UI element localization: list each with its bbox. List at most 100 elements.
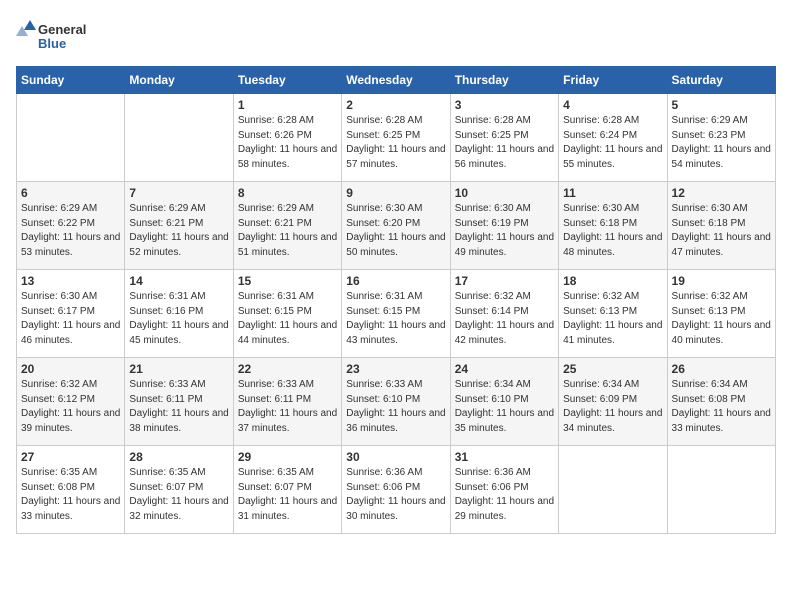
day-number: 11 bbox=[563, 186, 662, 200]
calendar-cell: 15 Sunrise: 6:31 AMSunset: 6:15 PMDayligh… bbox=[233, 270, 341, 358]
calendar-cell: 10 Sunrise: 6:30 AMSunset: 6:19 PMDayligh… bbox=[450, 182, 558, 270]
calendar-cell: 21 Sunrise: 6:33 AMSunset: 6:11 PMDayligh… bbox=[125, 358, 233, 446]
calendar-cell: 3 Sunrise: 6:28 AMSunset: 6:25 PMDaylight… bbox=[450, 94, 558, 182]
cell-detail: Sunrise: 6:30 AMSunset: 6:18 PMDaylight:… bbox=[563, 202, 662, 260]
cell-detail: Sunrise: 6:33 AMSunset: 6:11 PMDaylight:… bbox=[238, 378, 337, 436]
day-number: 26 bbox=[672, 362, 771, 376]
cell-detail: Sunrise: 6:29 AMSunset: 6:22 PMDaylight:… bbox=[21, 202, 120, 260]
week-row-4: 20Sunrise: 6:32 AMSunset: 6:12 PMDayligh… bbox=[17, 358, 776, 446]
day-number: 31 bbox=[455, 450, 554, 464]
day-number: 3 bbox=[455, 98, 554, 112]
day-number: 22 bbox=[238, 362, 337, 376]
cell-detail: Sunrise: 6:30 AMSunset: 6:19 PMDaylight:… bbox=[455, 202, 554, 260]
calendar-cell: 29Sunrise: 6:35 AMSunset: 6:07 PMDayligh… bbox=[233, 446, 341, 534]
week-row-1: 1 Sunrise: 6:28 AMSunset: 6:26 PMDaylight… bbox=[17, 94, 776, 182]
day-number: 27 bbox=[21, 450, 120, 464]
cell-detail: Sunrise: 6:30 AMSunset: 6:20 PMDaylight:… bbox=[346, 202, 445, 260]
calendar-cell: 25Sunrise: 6:34 AMSunset: 6:09 PMDayligh… bbox=[559, 358, 667, 446]
cell-detail: Sunrise: 6:28 AMSunset: 6:26 PMDaylight:… bbox=[238, 114, 337, 172]
week-row-5: 27 Sunrise: 6:35 AMSunset: 6:08 PMDayligh… bbox=[17, 446, 776, 534]
day-number: 2 bbox=[346, 98, 445, 112]
calendar-cell: 30Sunrise: 6:36 AMSunset: 6:06 PMDayligh… bbox=[342, 446, 450, 534]
day-number: 20 bbox=[21, 362, 120, 376]
day-number: 6 bbox=[21, 186, 120, 200]
calendar-cell: 2 Sunrise: 6:28 AMSunset: 6:25 PMDaylight… bbox=[342, 94, 450, 182]
day-number: 5 bbox=[672, 98, 771, 112]
cell-detail: Sunrise: 6:29 AMSunset: 6:21 PMDaylight:… bbox=[238, 202, 337, 260]
day-number: 17 bbox=[455, 274, 554, 288]
cell-detail: Sunrise: 6:34 AMSunset: 6:10 PMDaylight:… bbox=[455, 378, 554, 436]
calendar-cell: 22 Sunrise: 6:33 AMSunset: 6:11 PMDayligh… bbox=[233, 358, 341, 446]
cell-detail: Sunrise: 6:34 AMSunset: 6:09 PMDaylight:… bbox=[563, 378, 662, 436]
day-number: 10 bbox=[455, 186, 554, 200]
day-number: 15 bbox=[238, 274, 337, 288]
cell-detail: Sunrise: 6:28 AMSunset: 6:25 PMDaylight:… bbox=[346, 114, 445, 172]
cell-detail: Sunrise: 6:30 AMSunset: 6:17 PMDaylight:… bbox=[21, 290, 120, 348]
cell-detail: Sunrise: 6:33 AMSunset: 6:10 PMDaylight:… bbox=[346, 378, 445, 436]
day-number: 19 bbox=[672, 274, 771, 288]
calendar-cell: 8 Sunrise: 6:29 AMSunset: 6:21 PMDaylight… bbox=[233, 182, 341, 270]
cell-detail: Sunrise: 6:30 AMSunset: 6:18 PMDaylight:… bbox=[672, 202, 771, 260]
day-number: 7 bbox=[129, 186, 228, 200]
day-number: 13 bbox=[21, 274, 120, 288]
calendar-cell: 13 Sunrise: 6:30 AMSunset: 6:17 PMDayligh… bbox=[17, 270, 125, 358]
calendar-cell: 12 Sunrise: 6:30 AMSunset: 6:18 PMDayligh… bbox=[667, 182, 775, 270]
day-number: 18 bbox=[563, 274, 662, 288]
calendar-cell: 9 Sunrise: 6:30 AMSunset: 6:20 PMDaylight… bbox=[342, 182, 450, 270]
day-header-thursday: Thursday bbox=[450, 67, 558, 94]
cell-detail: Sunrise: 6:34 AMSunset: 6:08 PMDaylight:… bbox=[672, 378, 771, 436]
cell-detail: Sunrise: 6:29 AMSunset: 6:21 PMDaylight:… bbox=[129, 202, 228, 260]
calendar-cell: 14 Sunrise: 6:31 AMSunset: 6:16 PMDayligh… bbox=[125, 270, 233, 358]
calendar-table: SundayMondayTuesdayWednesdayThursdayFrid… bbox=[16, 66, 776, 534]
calendar-cell bbox=[667, 446, 775, 534]
cell-detail: Sunrise: 6:32 AMSunset: 6:13 PMDaylight:… bbox=[563, 290, 662, 348]
calendar-cell bbox=[559, 446, 667, 534]
cell-detail: Sunrise: 6:33 AMSunset: 6:11 PMDaylight:… bbox=[129, 378, 228, 436]
calendar-cell: 24 Sunrise: 6:34 AMSunset: 6:10 PMDayligh… bbox=[450, 358, 558, 446]
week-row-3: 13 Sunrise: 6:30 AMSunset: 6:17 PMDayligh… bbox=[17, 270, 776, 358]
day-number: 21 bbox=[129, 362, 228, 376]
day-number: 4 bbox=[563, 98, 662, 112]
day-header-friday: Friday bbox=[559, 67, 667, 94]
calendar-cell: 26 Sunrise: 6:34 AMSunset: 6:08 PMDayligh… bbox=[667, 358, 775, 446]
logo-svg: General Blue bbox=[16, 16, 86, 54]
cell-detail: Sunrise: 6:31 AMSunset: 6:15 PMDaylight:… bbox=[346, 290, 445, 348]
cell-detail: Sunrise: 6:36 AMSunset: 6:06 PMDaylight:… bbox=[455, 466, 554, 524]
day-header-saturday: Saturday bbox=[667, 67, 775, 94]
calendar-cell: 11 Sunrise: 6:30 AMSunset: 6:18 PMDayligh… bbox=[559, 182, 667, 270]
cell-detail: Sunrise: 6:35 AMSunset: 6:07 PMDaylight:… bbox=[129, 466, 228, 524]
day-number: 12 bbox=[672, 186, 771, 200]
day-number: 23 bbox=[346, 362, 445, 376]
day-header-sunday: Sunday bbox=[17, 67, 125, 94]
svg-text:Blue: Blue bbox=[38, 36, 66, 51]
cell-detail: Sunrise: 6:29 AMSunset: 6:23 PMDaylight:… bbox=[672, 114, 771, 172]
cell-detail: Sunrise: 6:36 AMSunset: 6:06 PMDaylight:… bbox=[346, 466, 445, 524]
calendar-cell: 20Sunrise: 6:32 AMSunset: 6:12 PMDayligh… bbox=[17, 358, 125, 446]
cell-detail: Sunrise: 6:28 AMSunset: 6:24 PMDaylight:… bbox=[563, 114, 662, 172]
calendar-cell: 19Sunrise: 6:32 AMSunset: 6:13 PMDayligh… bbox=[667, 270, 775, 358]
day-number: 14 bbox=[129, 274, 228, 288]
calendar-cell: 28Sunrise: 6:35 AMSunset: 6:07 PMDayligh… bbox=[125, 446, 233, 534]
cell-detail: Sunrise: 6:31 AMSunset: 6:16 PMDaylight:… bbox=[129, 290, 228, 348]
day-number: 24 bbox=[455, 362, 554, 376]
calendar-cell: 6 Sunrise: 6:29 AMSunset: 6:22 PMDaylight… bbox=[17, 182, 125, 270]
day-number: 8 bbox=[238, 186, 337, 200]
cell-detail: Sunrise: 6:28 AMSunset: 6:25 PMDaylight:… bbox=[455, 114, 554, 172]
day-header-tuesday: Tuesday bbox=[233, 67, 341, 94]
cell-detail: Sunrise: 6:35 AMSunset: 6:08 PMDaylight:… bbox=[21, 466, 120, 524]
page-header: General Blue bbox=[16, 16, 776, 54]
calendar-cell bbox=[17, 94, 125, 182]
calendar-cell: 4 Sunrise: 6:28 AMSunset: 6:24 PMDaylight… bbox=[559, 94, 667, 182]
day-number: 9 bbox=[346, 186, 445, 200]
calendar-cell: 27 Sunrise: 6:35 AMSunset: 6:08 PMDayligh… bbox=[17, 446, 125, 534]
day-number: 29 bbox=[238, 450, 337, 464]
calendar-cell: 31 Sunrise: 6:36 AMSunset: 6:06 PMDayligh… bbox=[450, 446, 558, 534]
cell-detail: Sunrise: 6:31 AMSunset: 6:15 PMDaylight:… bbox=[238, 290, 337, 348]
calendar-cell bbox=[125, 94, 233, 182]
header-row: SundayMondayTuesdayWednesdayThursdayFrid… bbox=[17, 67, 776, 94]
day-header-wednesday: Wednesday bbox=[342, 67, 450, 94]
day-number: 1 bbox=[238, 98, 337, 112]
week-row-2: 6 Sunrise: 6:29 AMSunset: 6:22 PMDaylight… bbox=[17, 182, 776, 270]
calendar-cell: 5 Sunrise: 6:29 AMSunset: 6:23 PMDaylight… bbox=[667, 94, 775, 182]
calendar-cell: 16Sunrise: 6:31 AMSunset: 6:15 PMDayligh… bbox=[342, 270, 450, 358]
